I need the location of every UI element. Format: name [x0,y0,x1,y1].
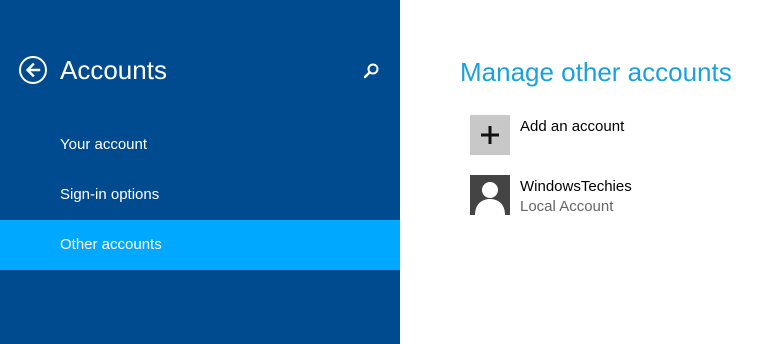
sidebar-item-other-accounts[interactable]: Other accounts [0,220,400,270]
sidebar-item-label: Your account [60,136,148,153]
account-item-windowstechies[interactable]: WindowsTechies Local Account [470,175,750,217]
user-avatar-tile [470,175,510,215]
add-account-tile [470,115,510,155]
page-title: Manage other accounts [460,57,732,87]
back-button[interactable] [19,56,47,84]
account-type: Local Account [520,198,614,215]
sidebar-item-sign-in-options[interactable]: Sign-in options [0,170,400,220]
sidebar-item-label: Sign-in options [60,186,160,203]
sidebar-item-label: Other accounts [60,236,162,253]
plus-icon [481,126,499,144]
settings-sidebar: Accounts Your account Sign-in options Ot… [0,0,400,344]
account-name: WindowsTechies [520,178,632,195]
add-account-button[interactable]: Add an account [470,115,750,157]
back-arrow-icon [25,62,41,78]
user-avatar-icon [475,182,505,215]
search-button[interactable] [360,60,382,82]
sidebar-title: Accounts [60,55,167,85]
add-account-label: Add an account [520,118,625,135]
sidebar-item-your-account[interactable]: Your account [0,120,400,170]
search-icon [363,63,379,79]
